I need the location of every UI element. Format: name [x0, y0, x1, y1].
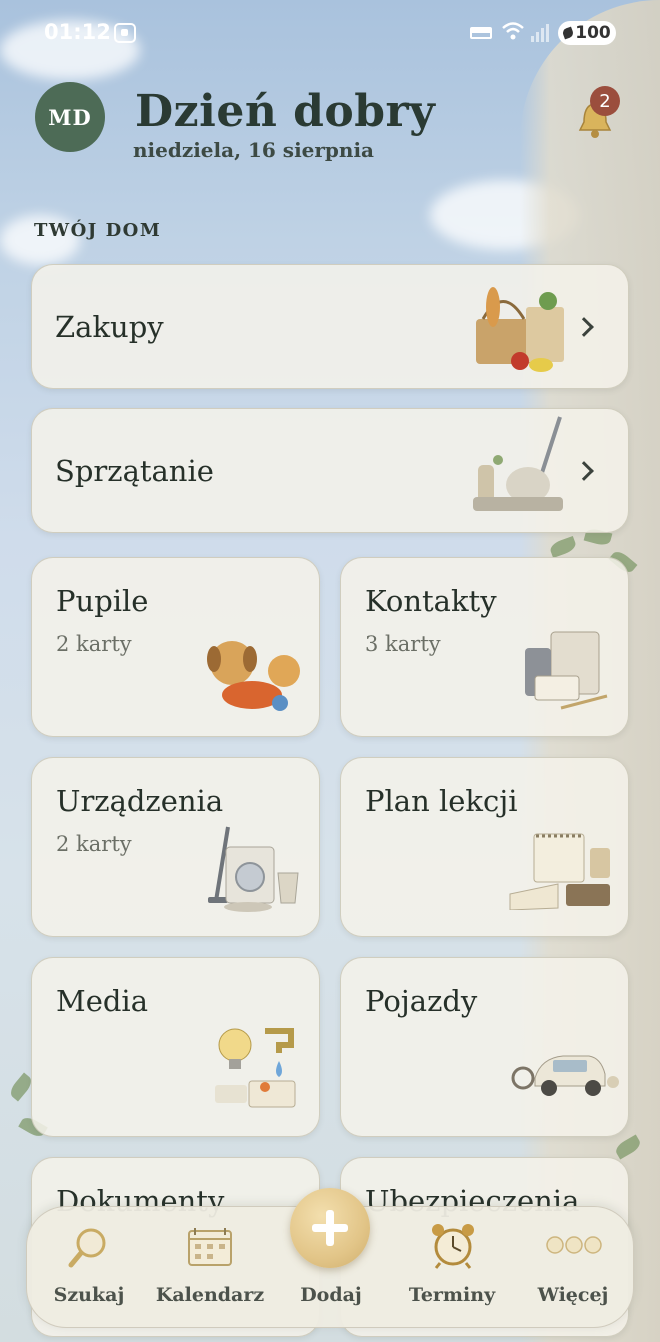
more-icon	[546, 1236, 602, 1254]
card-zakupy[interactable]: Zakupy	[31, 264, 629, 389]
contacts-icon	[525, 631, 608, 710]
avatar[interactable]: MD	[35, 82, 105, 152]
lesson-plan-icon	[509, 833, 610, 910]
card-title: Kontakty	[365, 584, 497, 618]
nav-more[interactable]: Więcej	[518, 1207, 628, 1329]
card-subtitle: 2 karty	[56, 632, 132, 656]
signal-icon	[531, 24, 549, 42]
nav-appointments[interactable]: Terminy	[397, 1207, 507, 1329]
card-pojazdy[interactable]: Pojazdy	[340, 957, 629, 1137]
nav-search[interactable]: Szukaj	[34, 1207, 144, 1329]
card-title: Plan lekcji	[365, 784, 518, 818]
utilities-icon	[215, 1028, 296, 1108]
page-title: Dzień dobry	[135, 86, 436, 137]
card-title: Urządzenia	[56, 784, 224, 818]
cleaning-icon	[473, 416, 563, 511]
pets-icon	[207, 641, 300, 711]
card-title: Zakupy	[55, 310, 164, 344]
add-button[interactable]	[290, 1188, 370, 1268]
alarm-clock-icon	[432, 1224, 474, 1269]
sleep-mode-icon	[470, 27, 492, 39]
card-title: Media	[56, 984, 148, 1018]
avatar-initials: MD	[48, 104, 92, 130]
card-pupile[interactable]: Pupile 2 karty	[31, 557, 320, 737]
card-subtitle: 2 karty	[56, 832, 132, 856]
card-urzadzenia[interactable]: Urządzenia 2 karty	[31, 757, 320, 937]
battery-level: 100	[575, 23, 611, 43]
plus-icon	[312, 1210, 348, 1246]
battery-saver-icon	[561, 26, 575, 40]
appliances-icon	[208, 826, 299, 912]
notification-badge: 2	[590, 86, 620, 116]
nav-label: Dodaj	[300, 1284, 362, 1306]
card-plan-lekcji[interactable]: Plan lekcji	[340, 757, 629, 937]
card-title: Pojazdy	[365, 984, 478, 1018]
groceries-icon	[476, 287, 564, 372]
wifi-icon	[502, 22, 524, 40]
card-subtitle: 3 karty	[365, 632, 441, 656]
card-title: Pupile	[56, 584, 149, 618]
nav-label: Więcej	[537, 1284, 609, 1306]
section-label: TWÓJ DOM	[34, 220, 162, 241]
status-time: 01:12	[44, 20, 111, 44]
card-media[interactable]: Media	[31, 957, 320, 1137]
card-title: Sprzątanie	[55, 454, 214, 488]
current-date: niedziela, 16 sierpnia	[133, 138, 375, 162]
battery-indicator: 100	[558, 21, 616, 45]
calendar-icon	[188, 1228, 232, 1266]
card-kontakty[interactable]: Kontakty 3 karty	[340, 557, 629, 737]
nav-label: Terminy	[408, 1284, 496, 1306]
search-icon	[68, 1228, 106, 1268]
nav-label: Kalendarz	[155, 1284, 265, 1306]
screen-record-icon	[114, 23, 136, 43]
nav-label: Szukaj	[53, 1284, 125, 1306]
status-bar: 01:12 100	[0, 0, 660, 66]
vehicles-icon	[511, 1055, 619, 1096]
card-sprzatanie[interactable]: Sprzątanie	[31, 408, 629, 533]
nav-calendar[interactable]: Kalendarz	[155, 1207, 265, 1329]
